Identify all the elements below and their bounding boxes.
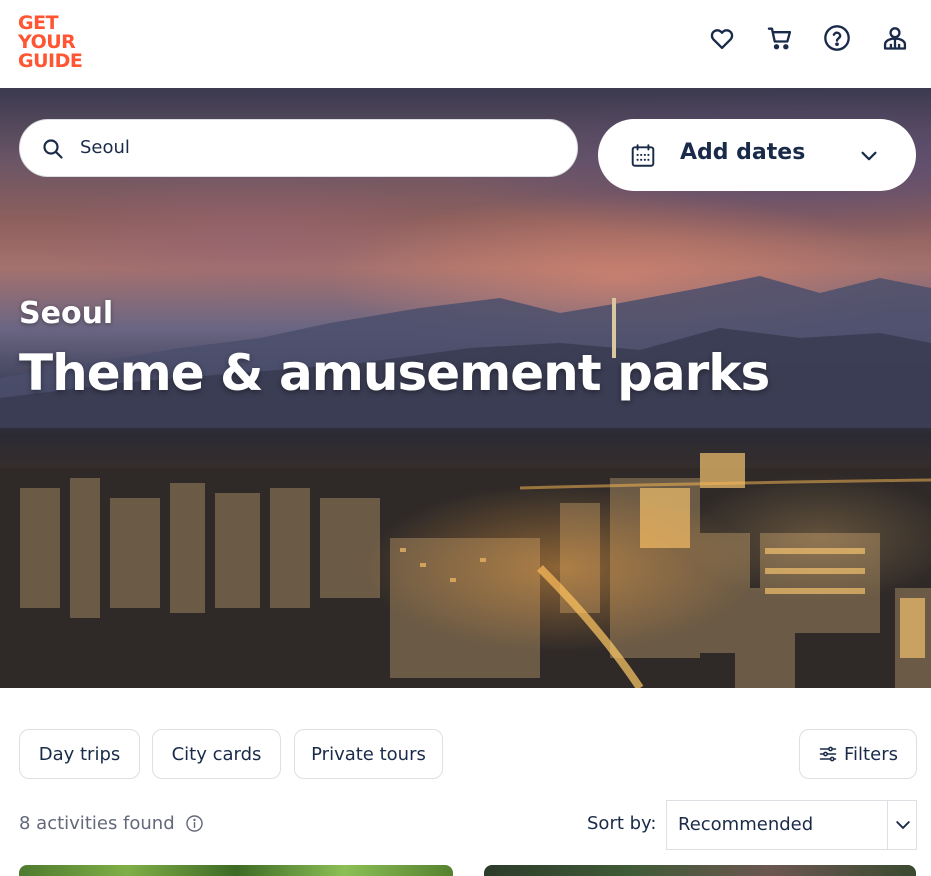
user-profile-icon[interactable] <box>881 24 909 52</box>
info-icon[interactable] <box>185 814 204 833</box>
chip-city-cards[interactable]: City cards <box>152 729 281 779</box>
sort-value: Recommended <box>678 814 814 835</box>
filters-label: Filters <box>844 743 898 765</box>
add-dates-label: Add dates <box>680 140 806 165</box>
getyourguide-logo[interactable]: GET YOUR GUIDE <box>18 14 98 71</box>
chip-private-tours[interactable]: Private tours <box>294 729 443 779</box>
calendar-icon <box>631 144 655 167</box>
add-dates-button[interactable]: Add dates <box>598 119 916 191</box>
activity-card-image[interactable] <box>19 865 453 876</box>
chevron-down-icon <box>861 151 877 161</box>
wishlist-heart-icon[interactable] <box>708 24 736 52</box>
sort-divider <box>887 801 888 849</box>
chevron-down-icon <box>896 821 910 829</box>
cart-icon[interactable] <box>766 24 794 52</box>
page-title: Theme & amusement parks <box>19 344 770 402</box>
search-value: Seoul <box>80 137 130 158</box>
activity-card-image[interactable] <box>484 865 916 876</box>
search-icon <box>43 139 63 159</box>
results-count: 8 activities found <box>19 813 204 834</box>
sort-label: Sort by: <box>587 813 657 834</box>
header: GET YOUR GUIDE <box>0 0 931 88</box>
hero-location: Seoul <box>19 296 114 331</box>
logo-line-3: GUIDE <box>18 50 83 72</box>
hero-city-glow <box>0 418 931 688</box>
chip-day-trips[interactable]: Day trips <box>19 729 140 779</box>
sort-select[interactable]: Recommended <box>666 800 917 850</box>
search-input[interactable]: Seoul <box>19 119 578 177</box>
sliders-icon <box>819 746 837 762</box>
results-count-text: 8 activities found <box>19 813 175 834</box>
filters-button[interactable]: Filters <box>799 729 917 779</box>
help-icon[interactable] <box>823 24 851 52</box>
